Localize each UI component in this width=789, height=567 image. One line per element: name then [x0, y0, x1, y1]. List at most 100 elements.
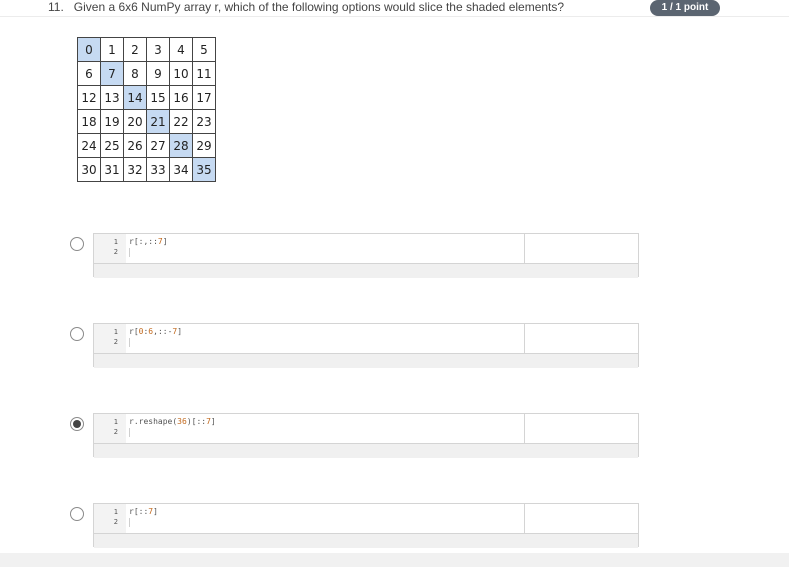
grid-cell: 9 [146, 61, 170, 86]
radio-button[interactable] [70, 327, 84, 341]
grid-cell: 25 [100, 133, 124, 158]
line-number-gutter: 12 [94, 504, 126, 533]
code-token: ] [153, 507, 158, 516]
code-input-area[interactable]: 1 2 r[:,::7] [94, 234, 525, 263]
radio-button[interactable] [70, 507, 84, 521]
code-editor[interactable]: 1 2 r[::7] [93, 503, 639, 548]
output-panel [525, 504, 639, 533]
grid-cell: 22 [169, 109, 193, 134]
code-text: r[:,::7] [129, 237, 168, 246]
grid-cell: 27 [146, 133, 170, 158]
grid-cell-shaded: 7 [100, 61, 124, 86]
grid-cell: 5 [192, 37, 216, 62]
grid-cell: 31 [100, 157, 124, 182]
output-panel [525, 234, 639, 263]
grid-cell: 4 [169, 37, 193, 62]
code-token: ] [162, 237, 168, 246]
grid-cell: 33 [146, 157, 170, 182]
grid-cell-shaded: 21 [146, 109, 170, 134]
editor-footer-bar [94, 533, 638, 548]
array-grid: 0 1 2 3 4 5 6 7 8 9 10 11 12 13 14 15 16 17 18 19 20 21 22 23 24… [77, 37, 216, 182]
grid-cell: 16 [169, 85, 193, 110]
grid-cell: 17 [192, 85, 216, 110]
grid-cell-shaded: 14 [123, 85, 147, 110]
grid-row: 012345 [77, 37, 216, 62]
code-token: )[:: [186, 417, 207, 426]
code-token: ] [177, 327, 183, 336]
line-number-gutter: 12 [94, 234, 126, 263]
code-input-area[interactable]: 1 2 r.reshape(36)[::7] [94, 414, 525, 443]
page-footer-band [0, 553, 789, 567]
grid-cell: 26 [123, 133, 147, 158]
output-panel [525, 324, 639, 353]
code-editor[interactable]: 1 2 r[0:6,::-7] [93, 323, 639, 368]
question-number: 11. [48, 0, 64, 14]
grid-cell: 32 [123, 157, 147, 182]
grid-cell: 8 [123, 61, 147, 86]
question-prompt: 11. Given a 6x6 NumPy array r, which of t… [48, 0, 564, 14]
code-editor[interactable]: 1 2 r[:,::7] [93, 233, 639, 278]
empty-line-marker [129, 248, 130, 257]
line-number-gutter: 12 [94, 324, 126, 353]
radio-button[interactable] [70, 237, 84, 251]
code-text: r[::7] [129, 507, 158, 516]
grid-cell-shaded: 28 [169, 133, 193, 158]
output-panel [525, 414, 639, 443]
editor-footer-bar [94, 443, 638, 458]
code-token: r[:: [129, 507, 149, 516]
code-token: r.reshape( [129, 417, 178, 426]
points-badge: 1 / 1 point [650, 0, 720, 16]
grid-cell: 3 [146, 37, 170, 62]
grid-cell: 23 [192, 109, 216, 134]
grid-cell: 13 [100, 85, 124, 110]
line-number: 1 [113, 238, 118, 246]
grid-row: 12 13 14 15 16 17 [77, 85, 216, 110]
grid-cell: 24 [77, 133, 101, 158]
code-editor[interactable]: 1 2 r.reshape(36)[::7] [93, 413, 639, 458]
code-input-area[interactable]: 1 2 r[0:6,::-7] [94, 324, 525, 353]
line-number-gutter: 12 [94, 414, 126, 443]
grid-cell: 11 [192, 61, 216, 86]
question-text: Given a 6x6 NumPy array r, which of the … [73, 0, 565, 14]
grid-cell: 29 [192, 133, 216, 158]
line-number: 2 [113, 518, 118, 526]
line-number: 1 [113, 508, 118, 516]
grid-cell: 20 [123, 109, 147, 134]
line-number: 2 [113, 338, 118, 346]
empty-line-marker [129, 338, 130, 347]
grid-row: 24 25 26 27 28 29 [77, 133, 216, 158]
code-token: ,::- [153, 327, 173, 336]
grid-cell-shaded: 0 [77, 37, 101, 62]
grid-row: 30 31 32 33 34 35 [77, 157, 216, 182]
grid-cell: 2 [123, 37, 147, 62]
line-number: 1 [113, 418, 118, 426]
grid-cell: 10 [169, 61, 193, 86]
grid-cell: 6 [77, 61, 101, 86]
radio-button-selected[interactable] [70, 417, 84, 431]
grid-row: 6 7 8 9 10 11 [77, 61, 216, 86]
grid-row: 18 19 20 21 22 23 [77, 109, 216, 134]
code-input-area[interactable]: 1 2 r[::7] [94, 504, 525, 533]
grid-cell: 1 [100, 37, 124, 62]
grid-cell: 30 [77, 157, 101, 182]
grid-cell-shaded: 35 [192, 157, 216, 182]
grid-cell: 18 [77, 109, 101, 134]
line-number: 1 [113, 328, 118, 336]
grid-cell: 19 [100, 109, 124, 134]
editor-footer-bar [94, 353, 638, 368]
empty-line-marker [129, 428, 130, 437]
code-text: r[0:6,::-7] [129, 327, 182, 336]
code-token: r[ [129, 327, 139, 336]
header-divider [0, 16, 789, 17]
line-number: 2 [113, 248, 118, 256]
grid-cell: 34 [169, 157, 193, 182]
code-token: r[:,:: [129, 237, 158, 246]
grid-cell: 15 [146, 85, 170, 110]
code-number-token: 36 [177, 417, 187, 426]
grid-cell: 12 [77, 85, 101, 110]
editor-footer-bar [94, 263, 638, 278]
empty-line-marker [129, 518, 130, 527]
line-number: 2 [113, 428, 118, 436]
code-token: ] [210, 417, 216, 426]
code-text: r.reshape(36)[::7] [129, 417, 216, 426]
